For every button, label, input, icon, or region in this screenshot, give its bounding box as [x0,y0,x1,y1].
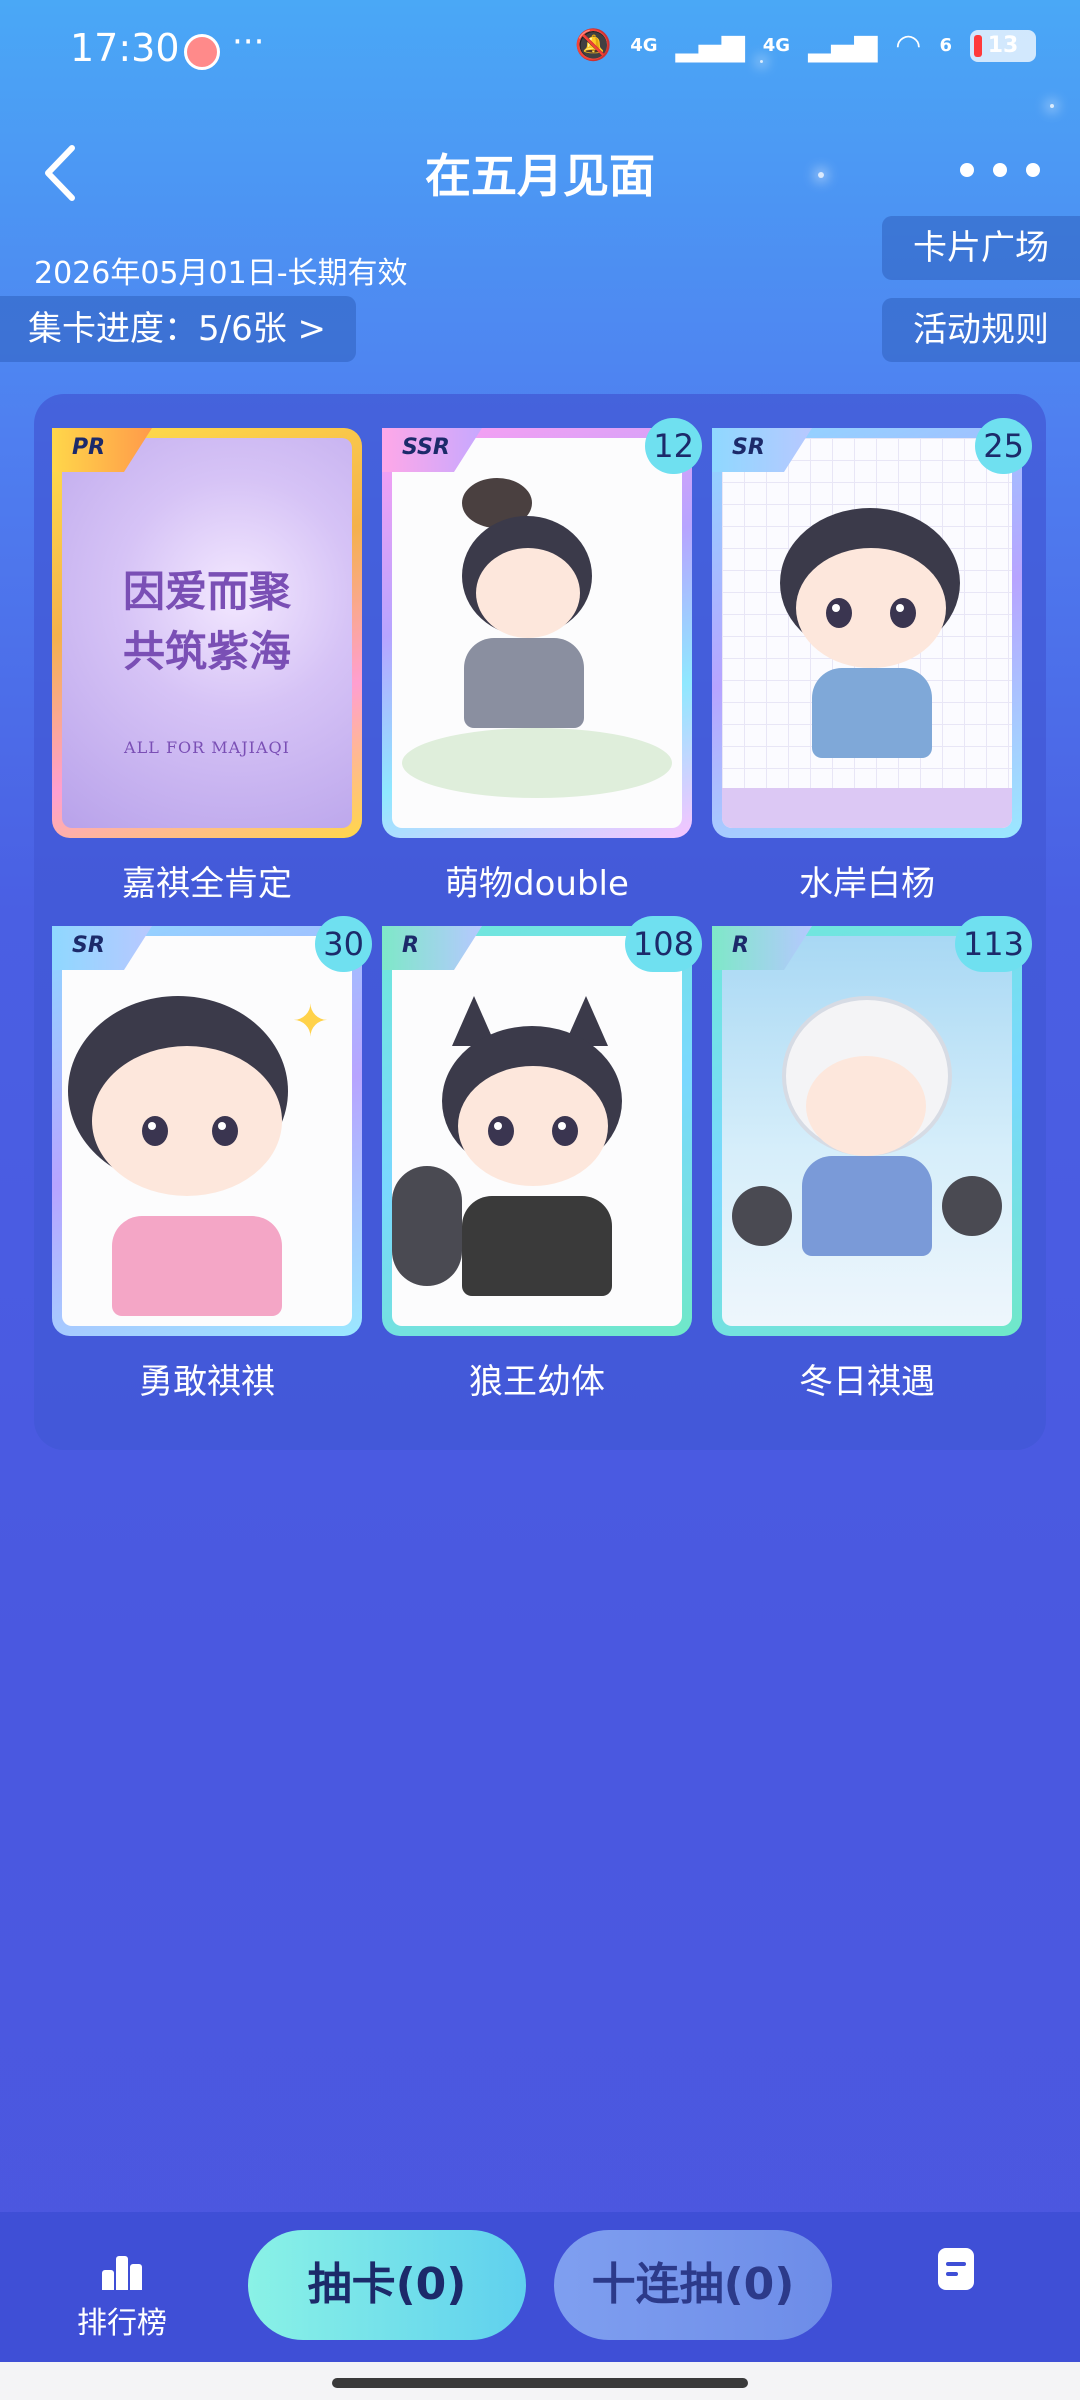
activity-rules-button[interactable]: 活动规则 [882,298,1080,362]
card-item[interactable]: SSR 12 萌物double [382,418,702,905]
character-face [796,548,946,668]
character-face [806,1056,926,1156]
card-count-badge: 113 [954,916,1032,972]
character-body [462,1196,612,1296]
character-body [812,668,932,758]
status-time: 17:30 [70,26,180,70]
bottom-action-bar: 排行榜 抽卡(0) 十连抽(0) [0,2212,1080,2362]
card-frame[interactable]: PR 因爱而聚 共筑紫海 ALL FOR MAJIAQI [52,428,362,838]
card-art [722,936,1012,1326]
card-art [392,936,682,1326]
character-face [92,1046,282,1196]
card-collection-panel: PR 因爱而聚 共筑紫海 ALL FOR MAJIAQI 嘉祺全肯定 SSR 1… [34,394,1046,1450]
document-icon[interactable] [938,2248,974,2290]
more-dots-icon [993,163,1007,177]
card-art-title-line: 共筑紫海 [122,627,291,676]
cat-illustration [732,1186,792,1246]
collection-progress-button[interactable]: 集卡进度：5/6张 > [0,296,356,362]
card-count-badge: 30 [315,916,372,972]
leaderboard-button[interactable]: 排行榜 [62,2252,182,2342]
card-count-badge: 108 [624,916,702,972]
grass-illustration [402,728,672,798]
card-frame[interactable]: SR 30 ✦ [52,916,372,1336]
character-body [802,1156,932,1256]
card-name: 狼王幼体 [469,1362,605,1402]
home-indicator[interactable] [332,2378,748,2388]
more-dots-icon [960,163,974,177]
card-art: 因爱而聚 共筑紫海 ALL FOR MAJIAQI [62,438,352,828]
card-item[interactable]: SR 30 ✦ 勇敢祺祺 [52,916,372,1403]
status-more-dots: ··· [232,22,265,62]
card-frame[interactable]: R 113 [712,916,1032,1336]
status-indicators: 🔕 4G ▂▄▆ 4G ▂▄▆ ◠ 6 13 [575,28,1036,63]
card-art-subtitle: ALL FOR MAJIAQI [124,738,290,757]
cat-illustration [942,1176,1002,1236]
scallop-border [722,788,1012,828]
card-count-badge: 25 [975,418,1032,474]
character-face [476,548,580,638]
network-indicator: 4G [630,35,658,56]
card-name: 萌物double [445,864,629,904]
card-item[interactable]: SR 25 水岸白杨 [712,418,1032,905]
card-item[interactable]: PR 因爱而聚 共筑紫海 ALL FOR MAJIAQI 嘉祺全肯定 [52,428,362,905]
card-art [392,438,682,828]
mute-icon: 🔕 [574,28,613,63]
weibo-notification-icon [184,34,220,70]
wifi-icon: ◠ [895,28,922,63]
card-art [722,438,1012,828]
character-eye [212,1116,238,1146]
status-bar: 17:30 ··· 🔕 4G ▂▄▆ 4G ▂▄▆ ◠ 6 13 [0,0,1080,100]
card-item[interactable]: R 113 冬日祺遇 [712,916,1032,1403]
leaderboard-label: 排行榜 [77,2306,167,2341]
wifi-label: 6 [939,35,952,56]
page-title: 在五月见面 [425,149,655,203]
card-name: 水岸白杨 [799,864,935,904]
character-eye [890,598,916,628]
wolf-tail [392,1166,462,1286]
card-art-title-line: 因爱而聚 [122,567,291,616]
card-art: ✦ [62,936,352,1326]
signal-icon: ▂▄▆ [675,28,745,63]
more-button[interactable] [960,150,1040,190]
card-frame[interactable]: SR 25 [712,418,1032,838]
validity-period: 2026年05月01日-长期有效 [34,256,408,291]
card-frame[interactable]: R 108 [382,916,702,1336]
card-art-title: 因爱而聚 共筑紫海 [62,562,352,682]
card-name: 冬日祺遇 [799,1362,935,1402]
battery-level: 13 [987,32,1019,58]
card-count-badge: 12 [645,418,702,474]
bar-chart-icon [100,2252,144,2290]
draw-card-button[interactable]: 抽卡(0) [248,2230,526,2340]
sparkle-decoration [1050,104,1054,108]
character-eye [488,1116,514,1146]
character-body [112,1216,282,1316]
card-name: 勇敢祺祺 [139,1362,275,1402]
network-indicator: 4G [762,35,791,56]
character-eye [826,598,852,628]
card-item[interactable]: R 108 狼王幼体 [382,916,702,1403]
character-face [458,1066,608,1186]
character-body [464,638,584,728]
sparkle-icon: ✦ [292,996,329,1047]
character-eye [552,1116,578,1146]
battery-icon: 13 [970,29,1036,62]
character-eye [142,1116,168,1146]
card-name: 嘉祺全肯定 [122,864,292,904]
more-dots-icon [1026,163,1040,177]
signal-icon: ▂▄▆ [808,28,878,63]
card-frame[interactable]: SSR 12 [382,418,702,838]
system-nav-bar [0,2362,1080,2400]
card-square-button[interactable]: 卡片广场 [882,216,1080,280]
ten-draw-button[interactable]: 十连抽(0) [554,2230,832,2340]
